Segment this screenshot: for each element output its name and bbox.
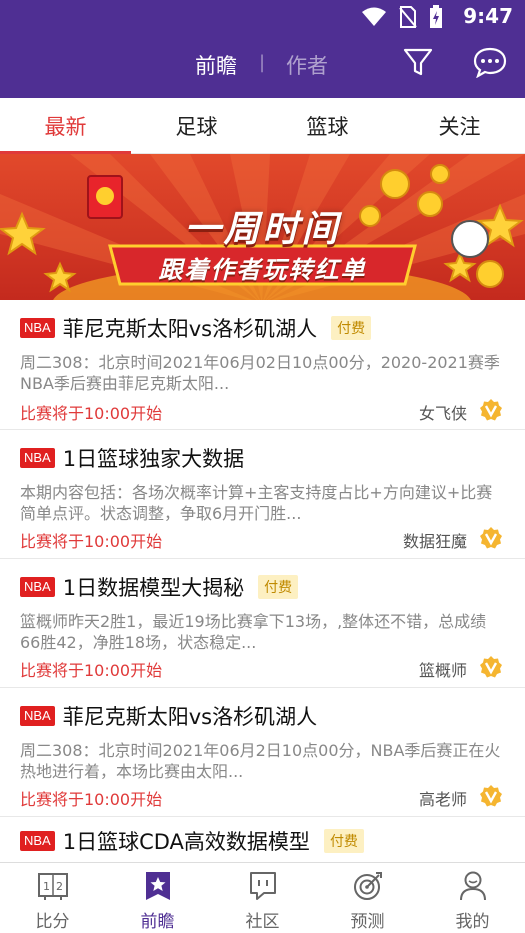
sport-tabs: 最新 足球 篮球 关注 [0, 98, 525, 154]
status-bar: 9:47 [0, 0, 525, 32]
article-description: 本期内容包括：各场次概率计算+主客支持度占比+方向建议+比赛简单点评。状态调整，… [20, 483, 493, 523]
nav-item-mine[interactable]: 我的 [420, 863, 525, 933]
filter-button[interactable] [400, 44, 436, 80]
verified-badge-icon [480, 527, 502, 549]
nav-label: 社区 [245, 912, 280, 932]
svg-text:2: 2 [56, 880, 63, 893]
match-start-time: 比赛将于10:00开始 [20, 404, 163, 423]
nav-label: 前瞻 [140, 912, 175, 932]
article-title-row: NBA 1日篮球独家大数据 [20, 444, 244, 472]
verified-badge-icon [480, 656, 502, 678]
nav-item-preview[interactable]: 前瞻 [105, 863, 210, 933]
league-badge: NBA [20, 318, 55, 338]
tab-basketball[interactable]: 篮球 [262, 98, 393, 154]
article-card[interactable]: NBA 1日篮球独家大数据 本期内容包括：各场次概率计算+主客支持度占比+方向建… [0, 430, 525, 559]
article-card[interactable]: NBA 菲尼克斯太阳vs洛杉矶湖人 付费 周二308：北京时间2021年06月0… [0, 300, 525, 430]
tab-football[interactable]: 足球 [131, 98, 262, 154]
nav-item-community[interactable]: 社区 [210, 863, 315, 933]
article-title-row: NBA 1日篮球CDA高效数据模型 付费 [20, 827, 364, 855]
no-sim-icon [399, 6, 417, 28]
league-badge: NBA [20, 831, 55, 851]
verified-badge-icon [480, 785, 502, 807]
author-name[interactable]: 高老师 [419, 786, 467, 810]
bottom-navigation: 12 比分 前瞻 社区 预测 我的 [0, 862, 525, 933]
paid-badge: 付费 [323, 829, 364, 853]
article-title-row: NBA 菲尼克斯太阳vs洛杉矶湖人 [20, 702, 317, 730]
article-description: 周二308：北京时间2021年06月2日10点00分，NBA季后赛正在火热地进行… [20, 741, 501, 781]
article-description: 周二308：北京时间2021年06月02日10点00分，2020-2021赛季N… [20, 353, 500, 393]
header-tab-author[interactable]: 作者 [286, 50, 328, 80]
paid-badge: 付费 [331, 316, 372, 340]
star-bookmark-icon [141, 869, 175, 903]
message-button[interactable] [472, 44, 508, 80]
battery-charging-icon [430, 5, 442, 28]
chat-bubble-icon [473, 47, 507, 78]
header-tabs: 前瞻 | 作者 [0, 50, 525, 82]
header-tab-preview[interactable]: 前瞻 [195, 50, 237, 80]
article-title-row: NBA 菲尼克斯太阳vs洛杉矶湖人 付费 [20, 314, 372, 342]
app-header: 9:47 前瞻 | 作者 [0, 0, 525, 98]
header-tab-separator: | [259, 52, 266, 73]
article-title: 菲尼克斯太阳vs洛杉矶湖人 [62, 705, 318, 729]
nav-item-predict[interactable]: 预测 [315, 863, 420, 933]
banner-subtitle: 跟着作者玩转红单 [158, 256, 367, 284]
promo-banner[interactable]: 一周时间 跟着作者玩转红单 [0, 154, 525, 300]
match-start-time: 比赛将于10:00开始 [20, 661, 163, 680]
league-badge: NBA [20, 577, 55, 597]
author-name[interactable]: 数据狂魔 [403, 528, 467, 552]
author-name[interactable]: 篮概师 [419, 657, 467, 681]
target-icon [351, 869, 385, 903]
nav-label: 比分 [35, 912, 70, 932]
paid-badge: 付费 [258, 575, 299, 599]
wifi-icon [362, 7, 386, 26]
banner-title: 一周时间 [184, 209, 341, 250]
status-time: 9:47 [463, 4, 513, 28]
article-title-row: NBA 1日数据模型大揭秘 付费 [20, 573, 299, 601]
match-start-time: 比赛将于10:00开始 [20, 790, 163, 809]
verified-badge-icon [480, 399, 502, 421]
tab-basketball-label: 篮球 [306, 115, 349, 139]
article-title: 菲尼克斯太阳vs洛杉矶湖人 [62, 317, 318, 341]
article-title: 1日篮球CDA高效数据模型 [62, 830, 310, 854]
tab-latest-label: 最新 [44, 115, 87, 139]
nav-item-scores[interactable]: 12 比分 [0, 863, 105, 933]
person-icon [456, 869, 490, 903]
article-card[interactable]: NBA 菲尼克斯太阳vs洛杉矶湖人 周二308：北京时间2021年06月2日10… [0, 688, 525, 817]
tab-latest[interactable]: 最新 [0, 98, 131, 154]
article-description: 篮概师昨天2胜1，最近19场比赛拿下13场，,整体还不错，总成绩66胜42，净胜… [20, 612, 487, 652]
article-title: 1日篮球独家大数据 [62, 447, 245, 471]
status-icons [361, 5, 443, 29]
nav-label: 我的 [455, 912, 490, 932]
scoreboard-icon: 12 [36, 869, 70, 903]
article-card[interactable]: NBA 1日数据模型大揭秘 付费 篮概师昨天2胜1，最近19场比赛拿下13场，,… [0, 559, 525, 688]
league-badge: NBA [20, 448, 55, 468]
match-start-time: 比赛将于10:00开始 [20, 532, 163, 551]
filter-icon [403, 48, 433, 76]
league-badge: NBA [20, 706, 55, 726]
nav-label: 预测 [350, 912, 385, 932]
svg-text:1: 1 [43, 880, 50, 893]
community-chat-icon [246, 869, 280, 903]
article-title: 1日数据模型大揭秘 [62, 576, 245, 600]
tab-following[interactable]: 关注 [394, 98, 525, 154]
author-name[interactable]: 女飞侠 [419, 400, 467, 424]
tab-football-label: 足球 [175, 115, 218, 139]
tab-following-label: 关注 [438, 115, 481, 139]
